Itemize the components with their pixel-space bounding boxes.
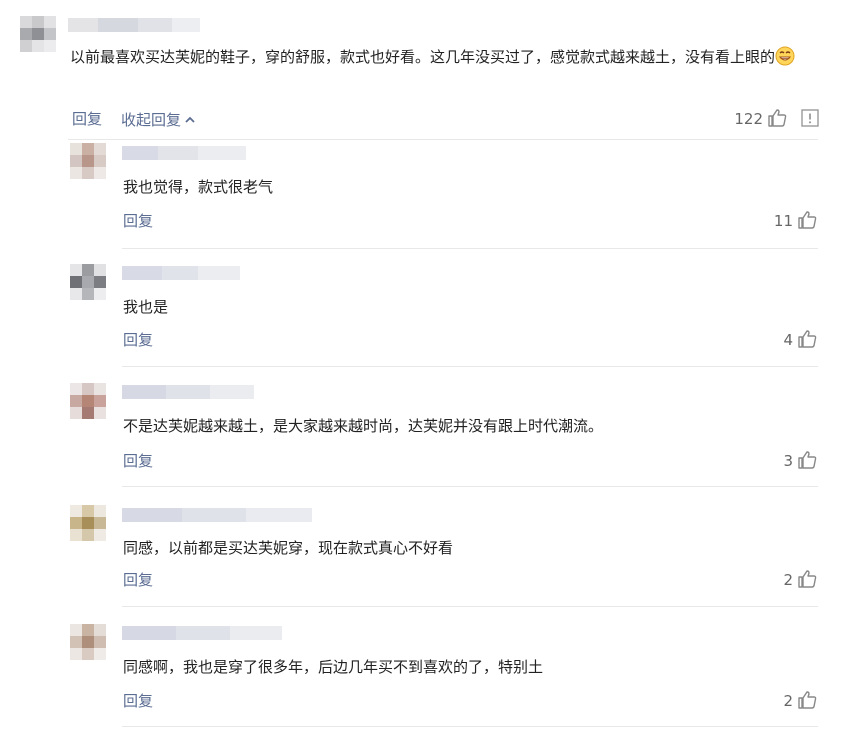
comment-body: 以前最喜欢买达芙妮的鞋子，穿的舒服，款式也好看。这几年没买过了，感觉款式越来越土… (70, 48, 776, 66)
reply-button[interactable]: 回复 (123, 691, 153, 711)
reply-button[interactable]: 回复 (123, 211, 153, 231)
username-blurred[interactable] (122, 508, 312, 522)
reply-button[interactable]: 回复 (123, 451, 153, 471)
username-blurred[interactable] (68, 18, 200, 32)
like-count: 2 (783, 692, 793, 710)
chevron-up-icon (185, 109, 195, 129)
grin-emoji-icon (775, 46, 795, 66)
avatar[interactable] (70, 143, 106, 179)
reply-text: 同感啊，我也是穿了很多年，后边几年买不到喜欢的了，特别土 (123, 658, 544, 676)
thumbs-up-icon[interactable] (797, 690, 817, 710)
report-icon[interactable] (801, 109, 819, 127)
reply-text: 我也觉得，款式很老气 (123, 178, 274, 196)
avatar[interactable] (70, 505, 106, 541)
divider (122, 248, 818, 249)
like-count: 4 (783, 331, 793, 349)
collapse-replies-button[interactable]: 收起回复 (121, 109, 195, 130)
collapse-label: 收起回复 (121, 111, 182, 129)
thumbs-up-icon[interactable] (797, 569, 817, 589)
comment-text: 以前最喜欢买达芙妮的鞋子，穿的舒服，款式也好看。这几年没买过了，感觉款式越来越土… (70, 45, 825, 69)
reply-button[interactable]: 回复 (123, 330, 153, 350)
username-blurred[interactable] (122, 266, 240, 280)
thumbs-up-icon[interactable] (797, 210, 817, 230)
thumbs-up-icon[interactable] (767, 108, 787, 128)
avatar[interactable] (70, 624, 106, 660)
username-blurred[interactable] (122, 146, 246, 160)
username-blurred[interactable] (122, 385, 254, 399)
divider (68, 139, 818, 140)
avatar[interactable] (70, 264, 106, 300)
divider (122, 726, 818, 727)
thumbs-up-icon[interactable] (797, 329, 817, 349)
reply-button[interactable]: 回复 (123, 570, 153, 590)
avatar[interactable] (70, 383, 106, 419)
thumbs-up-icon[interactable] (797, 450, 817, 470)
reply-button[interactable]: 回复 (72, 109, 102, 129)
like-count: 122 (734, 110, 763, 128)
like-count: 3 (783, 452, 793, 470)
like-count: 2 (783, 571, 793, 589)
divider (122, 486, 818, 487)
like-count: 11 (773, 212, 793, 230)
reply-text: 我也是 (123, 298, 169, 316)
avatar[interactable] (20, 16, 56, 52)
username-blurred[interactable] (122, 626, 282, 640)
reply-text: 同感，以前都是买达芙妮穿，现在款式真心不好看 (123, 539, 454, 557)
divider (122, 606, 818, 607)
divider (122, 366, 818, 367)
reply-text: 不是达芙妮越来越土，是大家越来越时尚，达芙妮并没有跟上时代潮流。 (123, 417, 604, 435)
